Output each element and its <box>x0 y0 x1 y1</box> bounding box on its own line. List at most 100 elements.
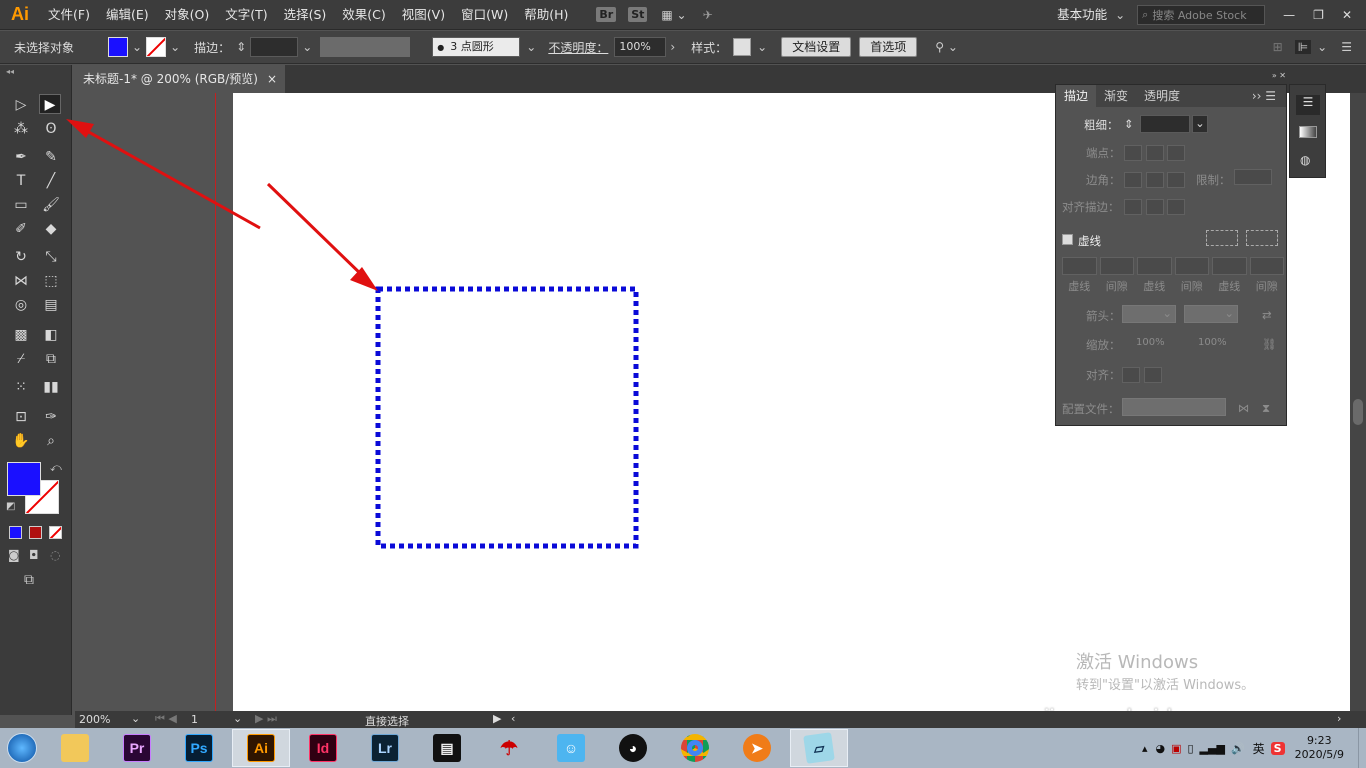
taskbar-app-umbrella[interactable]: ☂ <box>480 729 538 767</box>
gradient-panel-icon[interactable] <box>1299 126 1317 138</box>
tab-gradient[interactable]: 渐变 <box>1096 85 1136 107</box>
end-arrowhead-select[interactable]: ⌄ <box>1184 305 1238 323</box>
tray-app-icon[interactable]: ▣ <box>1171 742 1181 755</box>
status-menu-icon[interactable]: ▶ <box>493 712 501 725</box>
umbrella-app-icon: ☂ <box>500 737 518 760</box>
butt-cap-button[interactable] <box>1124 145 1142 161</box>
sogou-ime-icon[interactable]: S <box>1270 741 1285 755</box>
chevron-down-icon[interactable]: ⌄ <box>1192 115 1208 133</box>
clock-time: 9:23 <box>1306 734 1332 747</box>
taskbar-video-editor[interactable]: ▤ <box>418 729 476 767</box>
dash-header: 虚线 <box>1143 280 1166 293</box>
scroll-right-icon[interactable]: › <box>1337 712 1341 725</box>
align-stroke-label: 对齐描边： <box>1062 200 1120 214</box>
annotation-arrow-2 <box>266 182 378 291</box>
transparency-panel-icon[interactable]: ◍ <box>1300 153 1310 167</box>
tray-device-icon[interactable]: ▯ <box>1187 742 1193 755</box>
taskbar-qq[interactable]: ◕ <box>604 729 662 767</box>
arrow-align-label: 对齐： <box>1086 368 1121 382</box>
chevron-down-icon[interactable]: ⌄ <box>233 712 242 725</box>
tray-qq-icon[interactable]: ◕ <box>1155 742 1165 755</box>
taskbar-app-orange[interactable]: ➤ <box>728 729 786 767</box>
blue-app-icon: ☺ <box>557 734 585 762</box>
dashed-checkbox[interactable] <box>1062 234 1073 245</box>
gap-input-2[interactable] <box>1174 257 1209 275</box>
dash-inputs-row <box>1062 257 1284 275</box>
premiere-app-icon: Pr <box>123 734 151 762</box>
taskbar-indesign[interactable]: Id <box>294 729 352 767</box>
align-dash-icon[interactable] <box>1246 230 1278 246</box>
dash-input-1[interactable] <box>1062 257 1097 275</box>
limit-input[interactable] <box>1234 169 1272 185</box>
photoshop-app-icon: Ps <box>185 734 213 762</box>
taskbar-explorer[interactable] <box>46 729 104 767</box>
annotation-arrow-1 <box>66 119 261 230</box>
square-cap-button[interactable] <box>1167 145 1186 161</box>
system-tray: ▴ ◕ ▣ ▯ ▂▄▆ 🔊 英 S 9:23 2020/5/9 <box>1142 728 1366 768</box>
scale-end-input[interactable]: 100% <box>1198 337 1227 348</box>
flip-across-icon[interactable]: ⧗ <box>1262 401 1270 416</box>
dashed-rectangle[interactable] <box>375 286 639 549</box>
miter-join-button[interactable] <box>1124 172 1142 188</box>
panel-collapse-icon[interactable]: ›› ☰ <box>1252 89 1276 103</box>
status-bar: 200% ⌄ ⏮ ◀ 1 ⌄ ▶ ⏭ 直接选择 ▶ ‹ › <box>75 711 1366 729</box>
artboard-next-arrows-icon[interactable]: ▶ ⏭ <box>255 712 277 726</box>
gap-input-1[interactable] <box>1099 257 1134 275</box>
align-inside-button[interactable] <box>1145 199 1164 215</box>
taskbar-photoshop[interactable]: Ps <box>170 729 228 767</box>
gap-header: 间隙 <box>1255 280 1278 293</box>
flip-along-icon[interactable]: ⋈ <box>1238 401 1250 415</box>
arrow-extend-button[interactable] <box>1122 367 1140 383</box>
show-desktop-button[interactable] <box>1358 728 1366 768</box>
collapsed-panels-strip: ☰ ◍ <box>1289 84 1326 178</box>
network-icon[interactable]: ▂▄▆ <box>1200 742 1225 755</box>
gap-input-3[interactable] <box>1249 257 1284 275</box>
volume-icon[interactable]: 🔊 <box>1231 742 1245 755</box>
profile-select[interactable] <box>1122 398 1226 416</box>
tab-stroke[interactable]: 描边 <box>1056 85 1097 107</box>
taskbar-chrome[interactable] <box>666 729 724 767</box>
taskbar-illustrator[interactable]: Ai <box>232 729 290 767</box>
arrowheads-label: 箭头： <box>1086 309 1121 323</box>
dash-header: 虚线 <box>1068 280 1091 293</box>
round-join-button[interactable] <box>1145 172 1164 188</box>
taskbar-app-notes[interactable]: ▱ <box>790 729 848 767</box>
dash-header: 虚线 <box>1218 280 1241 293</box>
weight-stepper[interactable]: ⇕ <box>1124 117 1134 131</box>
stroke-panel-icon[interactable]: ☰ <box>1296 95 1320 115</box>
start-button[interactable] <box>2 729 42 767</box>
fill-color-box[interactable] <box>7 462 41 496</box>
tab-transparency[interactable]: 透明度 <box>1136 85 1188 107</box>
bevel-join-button[interactable] <box>1167 172 1186 188</box>
preserve-dash-icon[interactable] <box>1206 230 1238 246</box>
taskbar-app-blue[interactable]: ☺ <box>542 729 600 767</box>
zoom-level[interactable]: 200% <box>79 713 110 726</box>
weight-input[interactable] <box>1140 115 1190 133</box>
illustrator-app-icon: Ai <box>247 734 275 762</box>
chevron-down-icon[interactable]: ⌄ <box>131 712 140 725</box>
start-orb-icon <box>7 733 37 763</box>
tray-expand-icon[interactable]: ▴ <box>1142 742 1148 755</box>
round-cap-button[interactable] <box>1145 145 1164 161</box>
taskbar-premiere[interactable]: Pr <box>108 729 166 767</box>
activation-subtitle: 转到"设置"以激活 Windows。 <box>1076 678 1255 693</box>
align-outside-button[interactable] <box>1167 199 1186 215</box>
profile-label: 配置文件： <box>1062 402 1120 416</box>
input-method-indicator[interactable]: 英 <box>1253 740 1265 757</box>
clock[interactable]: 9:23 2020/5/9 <box>1295 734 1344 762</box>
dash-input-3[interactable] <box>1212 257 1247 275</box>
swap-arrowheads-icon[interactable]: ⇄ <box>1262 308 1272 322</box>
taskbar-lightroom[interactable]: Lr <box>356 729 414 767</box>
lightroom-app-icon: Lr <box>371 734 399 762</box>
scale-start-input[interactable]: 100% <box>1136 337 1165 348</box>
artboard-nav-arrows-icon[interactable]: ⏮ ◀ <box>155 712 177 726</box>
align-center-button[interactable] <box>1124 199 1142 215</box>
gap-header: 间隙 <box>1180 280 1203 293</box>
dash-input-2[interactable] <box>1137 257 1172 275</box>
link-scale-icon[interactable]: ⛓ <box>1262 337 1277 351</box>
start-arrowhead-select[interactable]: ⌄ <box>1122 305 1176 323</box>
scroll-left-icon[interactable]: ‹ <box>511 712 515 725</box>
stroke-panel: » ✕ 描边 渐变 透明度 ›› ☰ 粗细： ⇕ ⌄ 端点： 边角： 限制： 对… <box>1055 71 1287 426</box>
arrow-place-button[interactable] <box>1143 367 1162 383</box>
artboard-number[interactable]: 1 <box>191 713 198 726</box>
